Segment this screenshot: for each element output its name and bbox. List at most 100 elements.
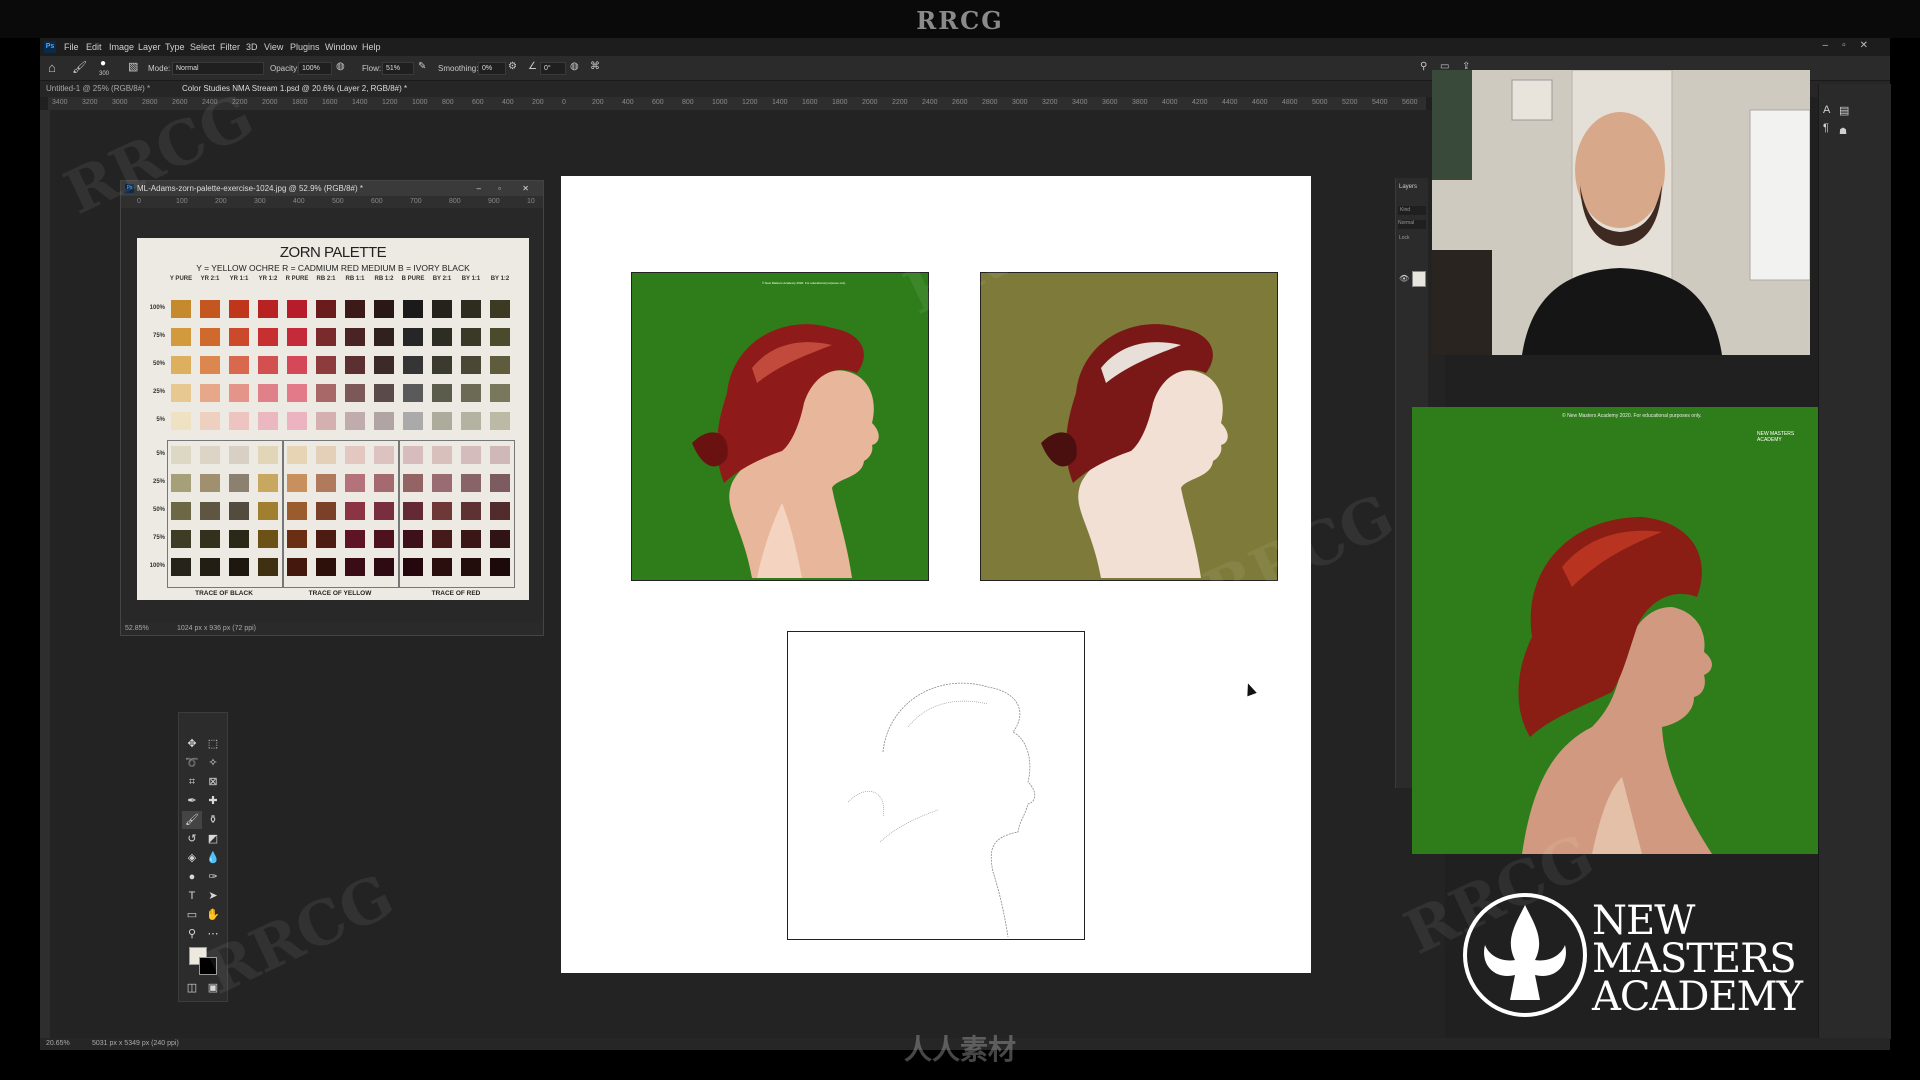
palette-row-label: 75% bbox=[152, 535, 165, 541]
angle-input[interactable]: 0° bbox=[540, 62, 566, 75]
hand-tool-icon[interactable]: ✋ bbox=[203, 906, 223, 924]
layer-search[interactable]: Kind bbox=[1398, 206, 1426, 215]
brush-preset-icon[interactable]: ● bbox=[100, 58, 106, 69]
brush-tool-icon[interactable]: 🖌 bbox=[182, 811, 202, 829]
palette-row-label: 100% bbox=[149, 563, 165, 569]
ruler-tick: 3000 bbox=[1012, 99, 1028, 106]
ruler-tick: 3200 bbox=[82, 99, 98, 106]
palette-column-header: YR 1:1 bbox=[229, 276, 249, 282]
eyedropper-icon[interactable]: ✒ bbox=[182, 792, 202, 810]
color-swatch bbox=[403, 356, 423, 374]
magic-wand-icon[interactable]: ✧ bbox=[203, 754, 223, 772]
menu-file[interactable]: File bbox=[64, 42, 79, 52]
airbrush-icon[interactable]: ✎ bbox=[418, 61, 426, 72]
character-panel-icon[interactable]: A bbox=[1823, 104, 1830, 116]
move-tool-icon[interactable]: ✥ bbox=[182, 735, 202, 753]
ruler-tick: 5600 bbox=[1402, 99, 1418, 106]
palette-group-box bbox=[283, 440, 399, 588]
menu-plugins[interactable]: Plugins bbox=[290, 42, 320, 52]
ruler-tick: 200 bbox=[532, 99, 544, 106]
lasso-tool-icon[interactable]: ➰ bbox=[182, 754, 202, 772]
menu-window[interactable]: Window bbox=[325, 42, 357, 52]
menu-type[interactable]: Type bbox=[165, 42, 185, 52]
color-swatch bbox=[316, 300, 336, 318]
screen-mode-icon[interactable]: ▣ bbox=[203, 979, 223, 997]
quick-mask-icon[interactable]: ◫ bbox=[182, 979, 202, 997]
home-icon[interactable]: ⌂ bbox=[48, 60, 56, 75]
color-swatch bbox=[229, 384, 249, 402]
palette-zoom[interactable]: 52.85% bbox=[125, 625, 149, 632]
palette-document-window[interactable]: Ps ML-Adams-zorn-palette-exercise-1024.j… bbox=[120, 180, 544, 636]
visibility-eye-icon[interactable]: 👁 bbox=[1399, 274, 1409, 283]
healing-brush-icon[interactable]: ✚ bbox=[203, 792, 223, 810]
menu-edit[interactable]: Edit bbox=[86, 42, 102, 52]
symmetry-icon[interactable]: ⌘ bbox=[590, 61, 600, 72]
palette-close-icon[interactable]: ✕ bbox=[522, 181, 529, 196]
ruler-tick: 2400 bbox=[922, 99, 938, 106]
close-icon[interactable]: ✕ bbox=[1860, 40, 1882, 51]
reference-logo-text: NEW MASTERS ACADEMY bbox=[1757, 431, 1795, 443]
palette-column-header: RB 2:1 bbox=[316, 276, 336, 282]
marquee-tool-icon[interactable]: ⬚ bbox=[203, 735, 223, 753]
palette-minimize-icon[interactable]: – bbox=[477, 181, 481, 196]
history-brush-icon[interactable]: ↺ bbox=[182, 830, 202, 848]
layer-thumbnail[interactable] bbox=[1412, 271, 1426, 287]
crop-tool-icon[interactable]: ⌗ bbox=[182, 773, 202, 791]
ps-doc-icon: Ps bbox=[125, 184, 134, 193]
type-tool-icon[interactable]: T bbox=[182, 887, 202, 905]
menu-3d[interactable]: 3D bbox=[246, 42, 258, 52]
menu-help[interactable]: Help bbox=[362, 42, 381, 52]
menu-view[interactable]: View bbox=[264, 42, 283, 52]
ruler-tick: 5000 bbox=[1312, 99, 1328, 106]
pressure-opacity-icon[interactable]: ◍ bbox=[336, 61, 345, 72]
maximize-icon[interactable]: ▫ bbox=[1842, 40, 1860, 51]
blur-tool-icon[interactable]: 💧 bbox=[203, 849, 223, 867]
pen-tool-icon[interactable]: ✑ bbox=[203, 868, 223, 886]
blend-mode-select[interactable]: Normal bbox=[1398, 220, 1426, 229]
palette-column-header: R PURE bbox=[285, 276, 309, 282]
eraser-icon[interactable]: ◩ bbox=[203, 830, 223, 848]
zoom-tool-icon[interactable]: ⚲ bbox=[182, 925, 202, 943]
menu-filter[interactable]: Filter bbox=[220, 42, 240, 52]
mode-select[interactable]: Normal bbox=[172, 62, 264, 75]
path-select-icon[interactable]: ➤ bbox=[203, 887, 223, 905]
background-color-swatch[interactable] bbox=[199, 957, 217, 975]
pressure-size-icon[interactable]: ◍ bbox=[570, 61, 579, 72]
dodge-tool-icon[interactable]: ● bbox=[182, 868, 202, 886]
brush-tool-icon[interactable]: 🖌 bbox=[72, 60, 87, 74]
color-swatch bbox=[403, 412, 423, 430]
main-document-canvas[interactable]: © New Masters Academy 2020. For educatio… bbox=[561, 176, 1311, 973]
rectangle-tool-icon[interactable]: ▭ bbox=[182, 906, 202, 924]
more-tools-icon[interactable]: ⋯ bbox=[203, 925, 223, 943]
palette-maximize-icon[interactable]: ▫ bbox=[498, 181, 501, 196]
menu-image[interactable]: Image bbox=[109, 42, 134, 52]
window-controls[interactable]: –▫✕ bbox=[1823, 40, 1883, 51]
minimize-icon[interactable]: – bbox=[1823, 40, 1843, 51]
properties-panel-icon[interactable]: ▤ bbox=[1839, 104, 1849, 117]
flow-input[interactable]: 51% bbox=[382, 62, 414, 75]
color-swatch bbox=[432, 384, 452, 402]
paragraph-panel-icon[interactable]: ¶ bbox=[1823, 122, 1829, 134]
paint-bucket-icon[interactable]: ◈ bbox=[182, 849, 202, 867]
frame-tool-icon[interactable]: ⊠ bbox=[203, 773, 223, 791]
palette-window-title: ML-Adams-zorn-palette-exercise-1024.jpg … bbox=[137, 184, 363, 193]
palette-row-label: 100% bbox=[149, 305, 165, 311]
palette-window-titlebar[interactable]: Ps ML-Adams-zorn-palette-exercise-1024.j… bbox=[121, 181, 543, 196]
color-swatch bbox=[461, 384, 481, 402]
opacity-input[interactable]: 100% bbox=[298, 62, 332, 75]
search-icon[interactable]: ⚲ bbox=[1420, 61, 1427, 72]
color-swatch bbox=[171, 356, 191, 374]
menu-layer[interactable]: Layer bbox=[138, 42, 161, 52]
ruler-tick: 4600 bbox=[1252, 99, 1268, 106]
tab-untitled[interactable]: Untitled-1 @ 25% (RGB/8#) * bbox=[46, 84, 150, 93]
tab-color-studies[interactable]: Color Studies NMA Stream 1.psd @ 20.6% (… bbox=[182, 84, 407, 93]
smoothing-settings-icon[interactable]: ⚙ bbox=[508, 61, 517, 72]
smoothing-input[interactable]: 0% bbox=[478, 62, 506, 75]
color-swatch bbox=[316, 328, 336, 346]
brush-settings-icon[interactable]: ▧ bbox=[128, 60, 138, 73]
clone-stamp-icon[interactable]: ⚱ bbox=[203, 811, 223, 829]
menu-select[interactable]: Select bbox=[190, 42, 215, 52]
logo-line-academy: ACADEMY bbox=[1592, 974, 1803, 1020]
color-swatch bbox=[316, 384, 336, 402]
libraries-panel-icon[interactable]: ☗ bbox=[1839, 126, 1847, 137]
